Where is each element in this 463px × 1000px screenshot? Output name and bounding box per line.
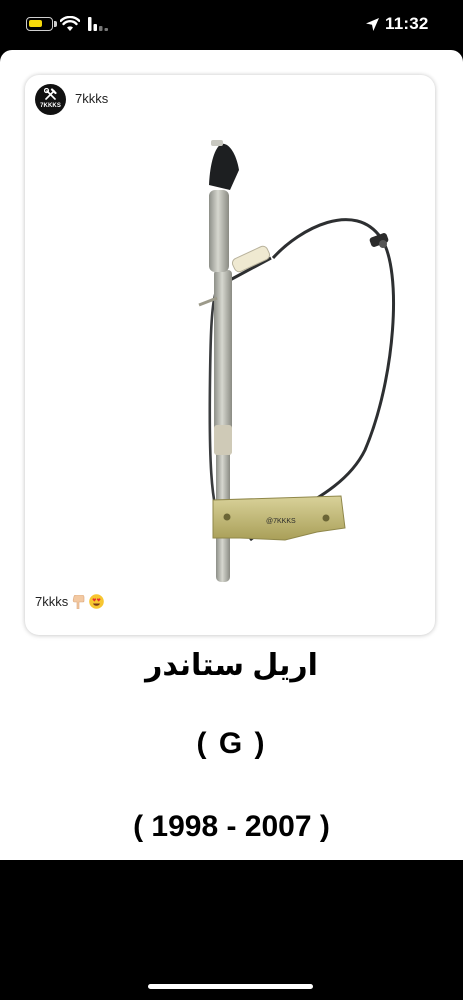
home-indicator[interactable] <box>148 984 313 989</box>
product-years: ( 1998 - 2007 ) <box>133 810 330 843</box>
caption-text: 7kkks <box>35 594 69 609</box>
battery-level <box>29 20 42 27</box>
avatar[interactable]: 7KKKS <box>35 84 66 115</box>
location-arrow-icon <box>366 18 379 31</box>
battery-cap <box>54 21 57 27</box>
battery-icon <box>26 17 53 31</box>
signal-icon <box>88 17 108 31</box>
product-model: ( G ) <box>196 727 267 760</box>
status-bar: 11:32 <box>0 0 463 50</box>
image-watermark: @7KKKS <box>266 518 296 525</box>
post-card[interactable]: 7KKKS 7kkks @7KKKS 7kkks <box>25 75 435 635</box>
wifi-icon <box>60 16 80 31</box>
pointing-down-emoji-icon <box>73 594 85 609</box>
product-title: اريل ستاندر <box>145 649 318 682</box>
avatar-text: 7KKKS <box>40 103 61 109</box>
wrench-hammer-icon <box>44 88 57 100</box>
post-caption: 7kkks <box>35 594 105 609</box>
product-image: @7KKKS <box>198 140 396 582</box>
content-sheet: 7KKKS 7kkks @7KKKS 7kkks اريل ستاندر (G… <box>0 50 463 860</box>
heart-eyes-emoji-icon <box>89 594 105 609</box>
status-time: 11:32 <box>385 14 429 33</box>
account-name[interactable]: 7kkks <box>75 91 108 106</box>
